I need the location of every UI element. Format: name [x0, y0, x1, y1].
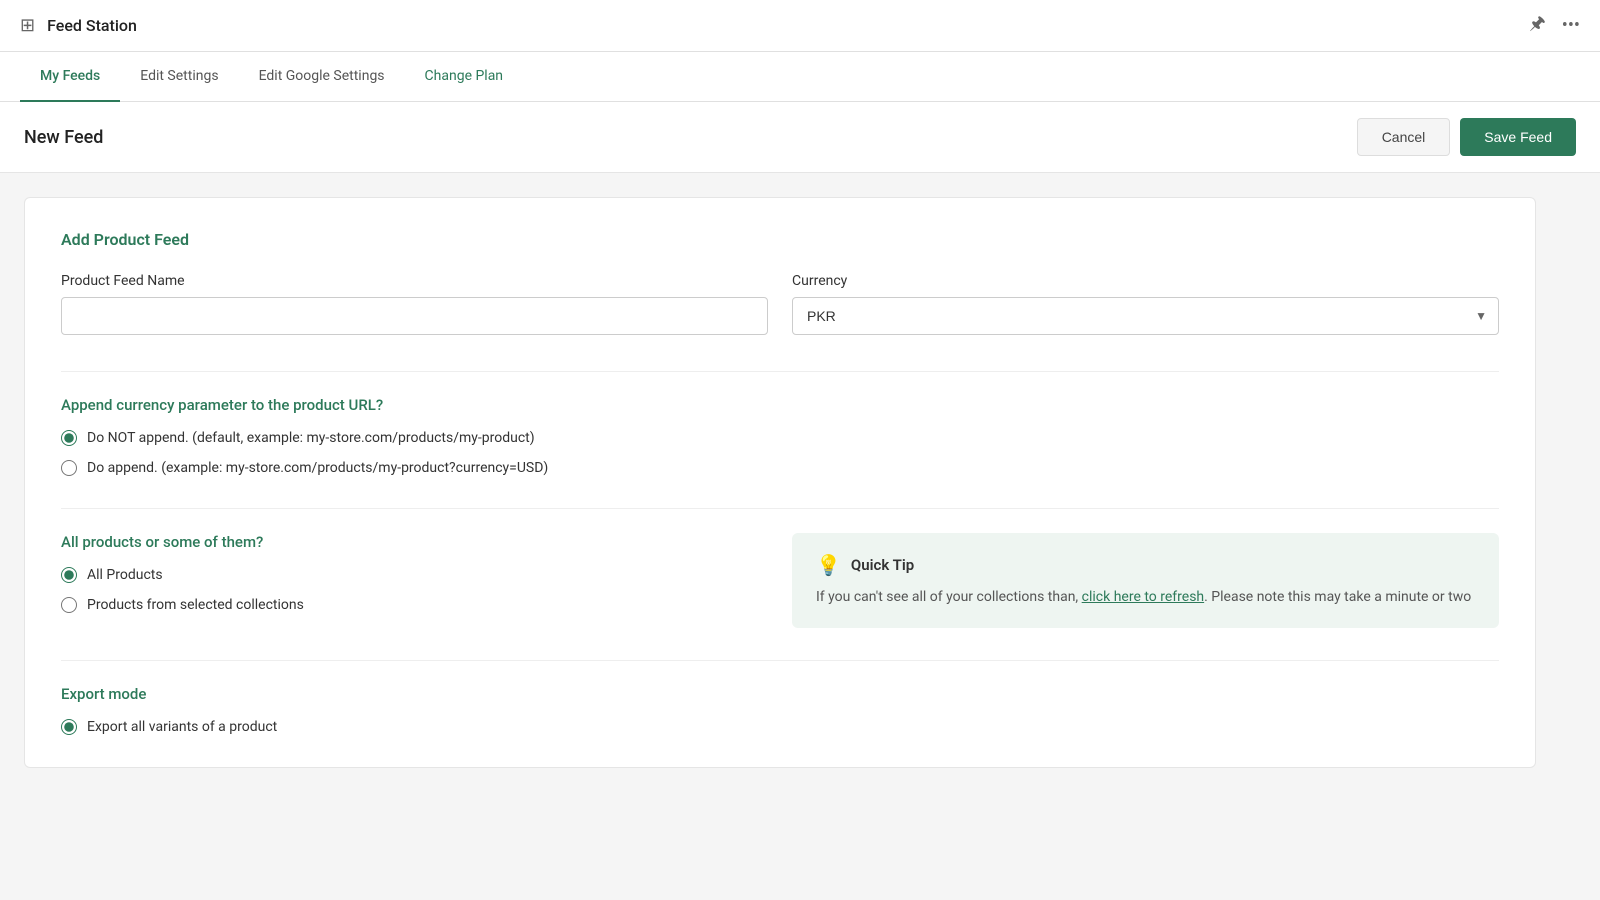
currency-group: Currency PKR USD EUR GBP AED INR ▼ — [792, 273, 1499, 335]
radio-all-products-input[interactable] — [61, 567, 77, 583]
nav-tabs: My Feeds Edit Settings Edit Google Setti… — [0, 52, 1600, 102]
export-mode-title: Export mode — [61, 685, 1499, 703]
quick-tip-col: 💡 Quick Tip If you can't see all of your… — [792, 533, 1499, 628]
app-bar-right: 🖈 ••• — [1529, 11, 1580, 41]
radio-all-products-label: All Products — [87, 567, 163, 583]
radio-selected-collections-input[interactable] — [61, 597, 77, 613]
product-feed-name-group: Product Feed Name — [61, 273, 768, 335]
append-currency-radio-group: Do NOT append. (default, example: my-sto… — [61, 430, 1499, 476]
radio-no-append-input[interactable] — [61, 430, 77, 446]
radio-all-variants[interactable]: Export all variants of a product — [61, 719, 1499, 735]
radio-do-append-input[interactable] — [61, 460, 77, 476]
radio-do-append-label: Do append. (example: my-store.com/produc… — [87, 460, 548, 476]
page-title: New Feed — [24, 127, 103, 148]
refresh-link[interactable]: click here to refresh — [1082, 589, 1204, 605]
radio-no-append[interactable]: Do NOT append. (default, example: my-sto… — [61, 430, 1499, 446]
divider-2 — [61, 508, 1499, 509]
app-bar: ⊞ Feed Station 🖈 ••• — [0, 0, 1600, 52]
divider-1 — [61, 371, 1499, 372]
lightbulb-icon: 💡 — [816, 553, 841, 577]
radio-all-products[interactable]: All Products — [61, 567, 768, 583]
product-feed-name-input[interactable] — [61, 297, 768, 335]
export-mode-section: Export mode Export all variants of a pro… — [61, 685, 1499, 735]
radio-selected-collections[interactable]: Products from selected collections — [61, 597, 768, 613]
app-bar-left: ⊞ Feed Station — [20, 15, 137, 36]
radio-selected-collections-label: Products from selected collections — [87, 597, 304, 613]
tab-my-feeds[interactable]: My Feeds — [20, 52, 120, 102]
app-title: Feed Station — [47, 16, 137, 35]
radio-do-append[interactable]: Do append. (example: my-store.com/produc… — [61, 460, 1499, 476]
tab-change-plan[interactable]: Change Plan — [405, 52, 524, 102]
append-currency-section: Append currency parameter to the product… — [61, 396, 1499, 476]
quick-tip-text: If you can't see all of your collections… — [816, 587, 1475, 608]
form-card: Add Product Feed Product Feed Name Curre… — [24, 197, 1536, 768]
page-header: New Feed Cancel Save Feed — [0, 102, 1600, 173]
all-products-title: All products or some of them? — [61, 533, 768, 551]
currency-select-wrapper: PKR USD EUR GBP AED INR ▼ — [792, 297, 1499, 335]
feed-name-currency-row: Product Feed Name Currency PKR USD EUR G… — [61, 273, 1499, 335]
currency-select[interactable]: PKR USD EUR GBP AED INR — [792, 297, 1499, 335]
tab-edit-google-settings[interactable]: Edit Google Settings — [239, 52, 405, 102]
tab-edit-settings[interactable]: Edit Settings — [120, 52, 238, 102]
export-mode-radio-group: Export all variants of a product — [61, 719, 1499, 735]
radio-all-variants-label: Export all variants of a product — [87, 719, 277, 735]
header-actions: Cancel Save Feed — [1357, 118, 1576, 156]
cancel-button[interactable]: Cancel — [1357, 118, 1451, 156]
grid-icon: ⊞ — [20, 15, 35, 36]
pin-icon[interactable]: 🖈 — [1529, 11, 1546, 41]
more-icon[interactable]: ••• — [1562, 15, 1580, 36]
main-content: Add Product Feed Product Feed Name Curre… — [0, 173, 1560, 792]
currency-label: Currency — [792, 273, 1499, 289]
all-products-row: All products or some of them? All Produc… — [61, 533, 1499, 628]
product-feed-name-label: Product Feed Name — [61, 273, 768, 289]
section-title: Add Product Feed — [61, 230, 1499, 249]
radio-no-append-label: Do NOT append. (default, example: my-sto… — [87, 430, 535, 446]
quick-tip-box: 💡 Quick Tip If you can't see all of your… — [792, 533, 1499, 628]
product-scope-radio-group: All Products Products from selected coll… — [61, 567, 768, 613]
save-feed-button[interactable]: Save Feed — [1460, 118, 1576, 156]
append-currency-title: Append currency parameter to the product… — [61, 396, 1499, 414]
quick-tip-title: Quick Tip — [851, 556, 914, 574]
quick-tip-header: 💡 Quick Tip — [816, 553, 1475, 577]
divider-3 — [61, 660, 1499, 661]
all-products-col: All products or some of them? All Produc… — [61, 533, 768, 628]
radio-all-variants-input[interactable] — [61, 719, 77, 735]
